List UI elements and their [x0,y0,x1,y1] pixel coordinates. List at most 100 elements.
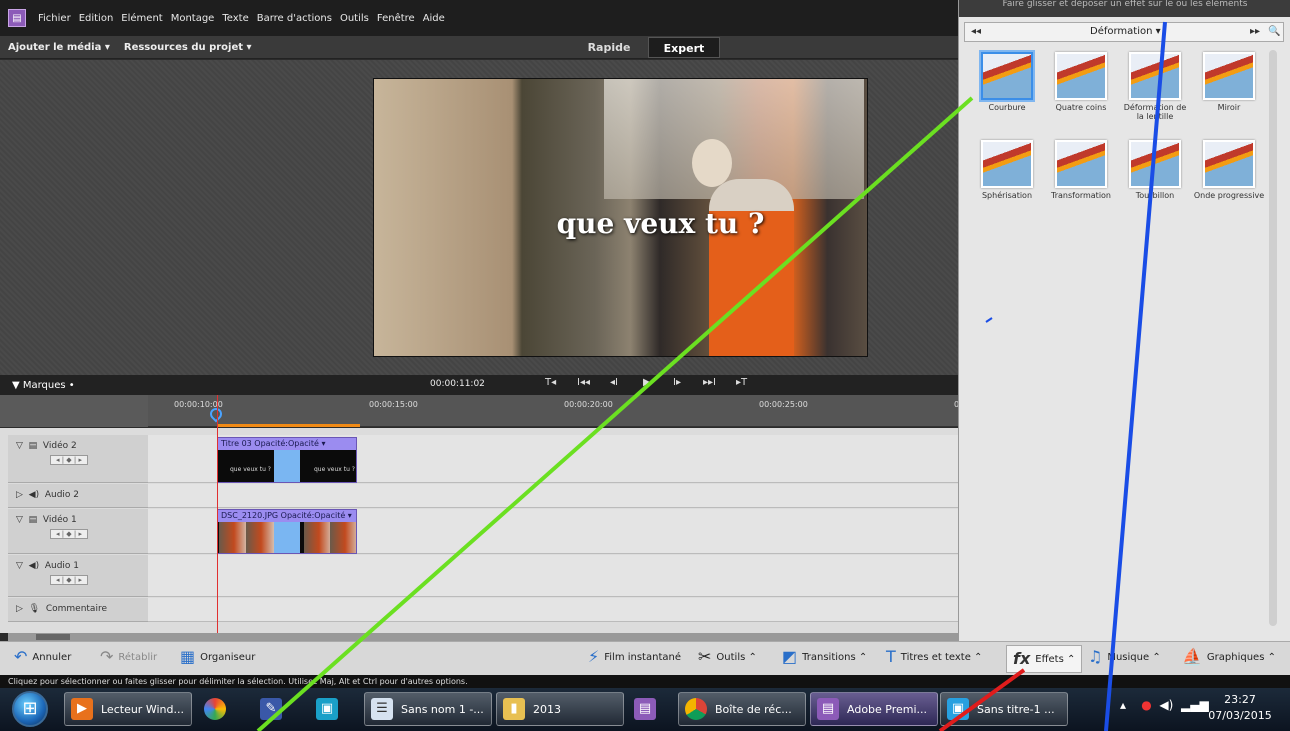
effect-label: Courbure [988,103,1026,112]
effects-toolbar: ◂◂ Déformation ▾ ▸▸ 🔍 [964,22,1284,42]
goto-start-button[interactable]: T◂ [545,377,556,388]
organizer-button[interactable]: ▦ Organiseur [180,649,255,665]
mode-expert-tab[interactable]: Expert [648,37,720,58]
prev-edit-button[interactable]: I◂◂ [577,377,590,388]
effect-quatre-coins[interactable]: Quatre coins [1045,52,1117,112]
effects-tab-button[interactable]: fx Effets ⌃ [1006,645,1083,673]
tray-expand-icon[interactable]: ▴ [1120,698,1126,712]
expand-toggle-icon[interactable]: ▷ [16,604,23,614]
menu-fenetre[interactable]: Fenêtre [377,13,415,24]
effect-spherisation[interactable]: Sphérisation [971,140,1043,200]
effect-label: Miroir [1217,103,1241,112]
title-clip[interactable]: Titre 03 Opacité:Opacité ▾ que veux tu ?… [217,437,357,483]
transitions-button[interactable]: ◩ Transitions ⌃ [782,649,867,665]
organizer-icon: ▦ [180,647,196,666]
taskbar-photos[interactable]: ▣ [310,692,352,726]
fx-icon: fx [1013,649,1031,668]
step-back-button[interactable]: ◂I [610,377,618,388]
work-area-bar[interactable] [218,424,360,427]
clip-transition[interactable] [274,522,300,553]
taskbar-sans-nom[interactable]: ☰ Sans nom 1 -... [364,692,492,726]
clock-date: 07/03/2015 [1208,709,1272,722]
effects-category-dropdown[interactable]: Déformation ▾ [1090,26,1161,37]
track-commentaire[interactable] [148,598,958,622]
taskbar-picasa[interactable] [198,692,240,726]
tools-button[interactable]: ✂ Outils ⌃ [698,649,757,665]
effects-scrollbar[interactable] [1269,50,1277,626]
video-preview[interactable]: que veux tu ? [373,78,868,357]
folder-icon: ▮ [503,698,525,720]
keyframe-controls[interactable]: ◂ | ◆ | ▸ [50,575,88,585]
taskbar-notes[interactable]: ✎ [254,692,296,726]
collapse-toggle-icon[interactable]: ▽ [16,561,23,571]
mode-quick-tab[interactable]: Rapide [575,39,643,57]
taskbar-adobe-premiere[interactable]: ▤ Adobe Premi... [810,692,938,726]
taskbar-chrome[interactable]: Boîte de réc... [678,692,806,726]
effect-courbure[interactable]: Courbure [971,50,1043,112]
effect-thumbnail [1203,52,1255,100]
preview-title-text[interactable]: que veux tu ? [374,207,867,240]
menu-outils[interactable]: Outils [340,13,369,24]
marks-menu-button[interactable]: ▼ Marques • [12,380,75,391]
effect-onde-progressive[interactable]: Onde progressive [1193,140,1265,200]
taskbar-folder-2013[interactable]: ▮ 2013 [496,692,624,726]
effect-deformation-lentille[interactable]: Déformation de la lentille [1119,52,1191,121]
add-media-button[interactable]: Ajouter le média ▾ [8,42,110,53]
graphics-button[interactable]: ⛵ Graphiques ⌃ [1182,649,1276,665]
taskbar-media-player[interactable]: ▶ Lecteur Wind... [64,692,192,726]
sailboat-icon: ⛵ [1182,647,1202,666]
lightning-icon: ⚡ [588,647,600,666]
transitions-label: Transitions ⌃ [802,651,868,663]
nav-forward-icon[interactable]: ▸▸ [1250,26,1260,37]
effect-tourbillon[interactable]: Tourbillon [1119,140,1191,200]
photo-clip[interactable]: DSC_2120.JPG Opacité:Opacité ▾ [217,509,357,554]
next-edit-button[interactable]: ▸▸I [703,377,716,388]
volume-icon[interactable]: ◀) [1159,698,1173,712]
scrollbar-thumb[interactable] [36,634,70,640]
photos-icon: ▣ [316,698,338,720]
clip-label[interactable]: DSC_2120.JPG Opacité:Opacité ▾ [218,510,356,522]
menu-fichier[interactable]: Fichier [38,13,71,24]
menu-barre-actions[interactable]: Barre d'actions [257,13,332,24]
taskbar-clock[interactable]: 23:27 07/03/2015 [1205,692,1275,724]
effect-transformation[interactable]: Transformation [1045,140,1117,200]
undo-button[interactable]: ↶ Annuler [14,649,71,665]
effect-thumbnail [1055,52,1107,100]
menu-aide[interactable]: Aide [423,13,445,24]
instant-movie-button[interactable]: ⚡ Film instantané [588,649,681,665]
track-name: Audio 1 [44,561,79,571]
clip-label[interactable]: Titre 03 Opacité:Opacité ▾ [218,438,356,450]
track-name: Audio 2 [44,490,79,500]
project-assets-button[interactable]: Ressources du projet ▾ [124,42,252,53]
collapse-toggle-icon[interactable]: ▽ [16,441,23,451]
time-ruler[interactable]: 00:00:10:00 00:00:15:00 00:00:20:00 00:0… [148,395,959,427]
collapse-toggle-icon[interactable]: ▽ [16,515,23,525]
keyframe-controls[interactable]: ◂ | ◆ | ▸ [50,455,88,465]
menu-edition[interactable]: Edition [79,13,114,24]
windows-start-button[interactable]: ⊞ [12,691,48,727]
menu-montage[interactable]: Montage [171,13,215,24]
nav-back-icon[interactable]: ◂◂ [971,26,981,37]
timeline-scrollbar[interactable] [8,633,958,641]
goto-end-button[interactable]: ▸T [736,377,747,388]
redo-button[interactable]: ↷ Rétablir [100,649,157,665]
step-forward-button[interactable]: I▸ [673,377,681,388]
menu-element[interactable]: Elément [121,13,162,24]
play-button[interactable]: ▶ [643,377,651,388]
track-header-audio1: ▽ ◀) Audio 1 ◂ | ◆ | ▸ [8,555,148,597]
track-audio2[interactable] [148,484,958,508]
music-button[interactable]: ♫ Musique ⌃ [1088,649,1161,665]
antivirus-icon[interactable]: ● [1141,698,1151,712]
expand-toggle-icon[interactable]: ▷ [16,490,23,500]
track-audio1[interactable] [148,555,958,597]
effect-miroir[interactable]: Miroir [1193,52,1265,112]
clip-transition[interactable] [274,450,300,482]
taskbar-sans-titre[interactable]: ▣ Sans titre-1 ... [940,692,1068,726]
current-timecode[interactable]: 00:00:11:02 [430,379,485,389]
clip-thumbnail [246,522,276,553]
search-icon[interactable]: 🔍 [1268,26,1280,37]
taskbar-premiere-organizer[interactable]: ▤ [628,692,670,726]
menu-texte[interactable]: Texte [222,13,248,24]
keyframe-controls[interactable]: ◂ | ◆ | ▸ [50,529,88,539]
titles-button[interactable]: T Titres et texte ⌃ [886,649,982,665]
